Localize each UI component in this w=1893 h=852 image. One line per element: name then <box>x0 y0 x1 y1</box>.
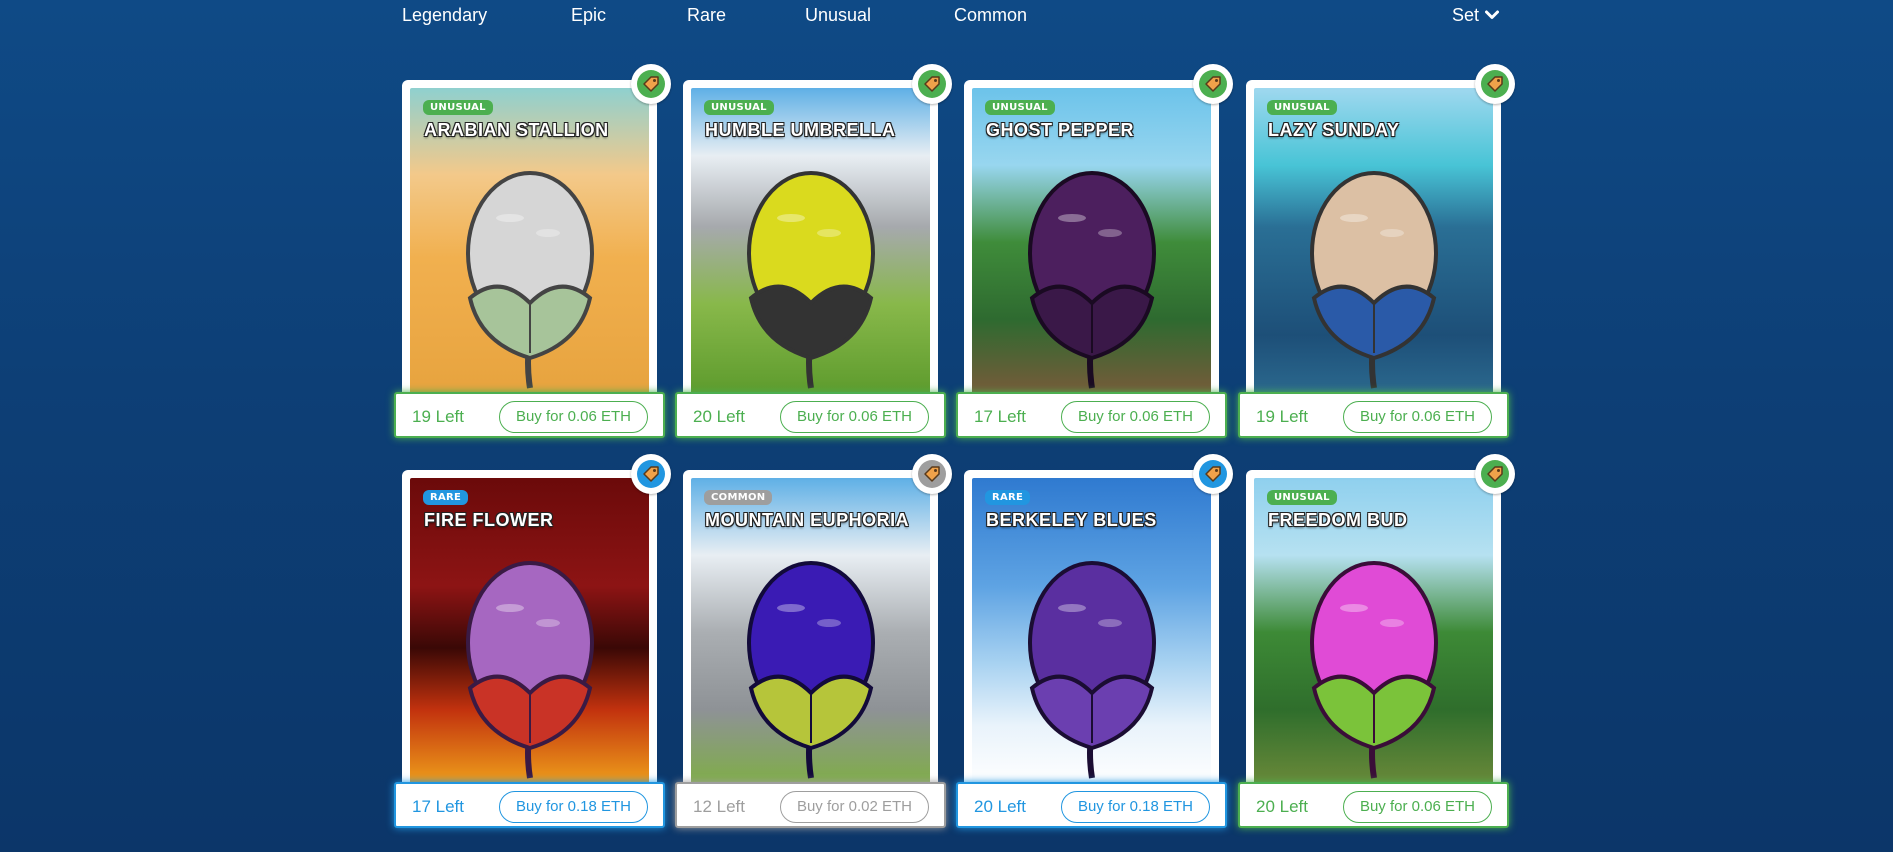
rarity-badge: RARE <box>423 490 469 505</box>
remaining-count: 20 Left <box>1256 797 1308 816</box>
remaining-count: 17 Left <box>412 797 464 816</box>
rarity-badge: UNUSUAL <box>985 100 1055 115</box>
tag-button[interactable] <box>1475 454 1515 494</box>
purchase-bar: 20 Left Buy for 0.06 ETH <box>675 392 946 438</box>
set-dropdown-label: Set <box>1452 5 1480 25</box>
buy-button[interactable]: Buy for 0.18 ETH <box>498 791 648 823</box>
buy-button[interactable]: Buy for 0.06 ETH <box>498 401 648 433</box>
price-tag-icon <box>637 70 665 98</box>
card-frame: RARE FIRE FLOWER <box>402 470 657 795</box>
card-artwork: UNUSUAL GHOST PEPPER <box>972 88 1211 397</box>
chevron-down-icon <box>1485 10 1500 19</box>
filter-rare[interactable]: Rare <box>687 4 726 26</box>
purchase-bar: 17 Left Buy for 0.18 ETH <box>394 782 665 828</box>
rarity-badge: UNUSUAL <box>704 100 774 115</box>
buy-button[interactable]: Buy for 0.02 ETH <box>779 791 929 823</box>
card-title: ARABIAN STALLION <box>424 120 609 140</box>
remaining-count: 12 Left <box>693 797 745 816</box>
card-title: HUMBLE UMBRELLA <box>705 120 896 140</box>
card-artwork: UNUSUAL FREEDOM BUD <box>1254 478 1493 787</box>
card-artwork: UNUSUAL LAZY SUNDAY <box>1254 88 1493 397</box>
card-frame: UNUSUAL ARABIAN STALLION <box>402 80 657 405</box>
rarity-filter-bar: Legendary Epic Rare Unusual Common <box>402 4 1502 32</box>
remaining-count: 20 Left <box>974 797 1026 816</box>
price-tag-icon <box>637 460 665 488</box>
rarity-badge: UNUSUAL <box>1267 490 1337 505</box>
card-title: BERKELEY BLUES <box>986 510 1157 530</box>
purchase-bar: 20 Left Buy for 0.18 ETH <box>956 782 1227 828</box>
card-title: LAZY SUNDAY <box>1268 120 1400 140</box>
card-title: FREEDOM BUD <box>1268 510 1408 530</box>
price-tag-icon <box>1481 70 1509 98</box>
tag-button[interactable] <box>912 454 952 494</box>
nft-card[interactable]: UNUSUAL LAZY SUNDAY 19 Left Buy for 0.06… <box>1238 64 1515 450</box>
purchase-bar: 19 Left Buy for 0.06 ETH <box>394 392 665 438</box>
rarity-badge: COMMON <box>704 490 773 505</box>
nft-card[interactable]: UNUSUAL GHOST PEPPER 17 Left Buy for 0.0… <box>956 64 1233 450</box>
card-artwork: COMMON MOUNTAIN EUPHORIA <box>691 478 930 787</box>
buy-button[interactable]: Buy for 0.06 ETH <box>779 401 929 433</box>
card-title: MOUNTAIN EUPHORIA <box>705 510 910 530</box>
filter-epic[interactable]: Epic <box>571 4 606 26</box>
filter-unusual[interactable]: Unusual <box>805 4 871 26</box>
nft-card[interactable]: RARE FIRE FLOWER 17 Left Buy for 0.18 ET… <box>394 454 671 840</box>
buy-button[interactable]: Buy for 0.18 ETH <box>1060 791 1210 823</box>
rarity-badge: UNUSUAL <box>423 100 493 115</box>
remaining-count: 17 Left <box>974 407 1026 426</box>
nft-card[interactable]: UNUSUAL ARABIAN STALLION 19 Left Buy for… <box>394 64 671 450</box>
remaining-count: 19 Left <box>412 407 464 426</box>
buy-button[interactable]: Buy for 0.06 ETH <box>1060 401 1210 433</box>
tag-button[interactable] <box>1193 454 1233 494</box>
remaining-count: 20 Left <box>693 407 745 426</box>
tag-button[interactable] <box>631 64 671 104</box>
tag-button[interactable] <box>912 64 952 104</box>
card-frame: UNUSUAL HUMBLE UMBRELLA <box>683 80 938 405</box>
buy-button[interactable]: Buy for 0.06 ETH <box>1342 791 1492 823</box>
nft-card[interactable]: UNUSUAL HUMBLE UMBRELLA 20 Left Buy for … <box>675 64 952 450</box>
card-frame: UNUSUAL GHOST PEPPER <box>964 80 1219 405</box>
set-dropdown[interactable]: Set <box>1452 4 1500 26</box>
purchase-bar: 17 Left Buy for 0.06 ETH <box>956 392 1227 438</box>
card-artwork: RARE BERKELEY BLUES <box>972 478 1211 787</box>
tag-button[interactable] <box>631 454 671 494</box>
nft-card[interactable]: COMMON MOUNTAIN EUPHORIA 12 Left Buy for… <box>675 454 952 840</box>
price-tag-icon <box>918 460 946 488</box>
price-tag-icon <box>1199 460 1227 488</box>
filter-common[interactable]: Common <box>954 4 1027 26</box>
card-title: GHOST PEPPER <box>986 120 1135 140</box>
nft-card[interactable]: RARE BERKELEY BLUES 20 Left Buy for 0.18… <box>956 454 1233 840</box>
price-tag-icon <box>1481 460 1509 488</box>
price-tag-icon <box>1199 70 1227 98</box>
rarity-badge: UNUSUAL <box>1267 100 1337 115</box>
card-artwork: UNUSUAL HUMBLE UMBRELLA <box>691 88 930 397</box>
purchase-bar: 19 Left Buy for 0.06 ETH <box>1238 392 1509 438</box>
card-frame: UNUSUAL LAZY SUNDAY <box>1246 80 1501 405</box>
remaining-count: 19 Left <box>1256 407 1308 426</box>
purchase-bar: 12 Left Buy for 0.02 ETH <box>675 782 946 828</box>
card-artwork: RARE FIRE FLOWER <box>410 478 649 787</box>
price-tag-icon <box>918 70 946 98</box>
rarity-badge: RARE <box>985 490 1031 505</box>
card-frame: UNUSUAL FREEDOM BUD <box>1246 470 1501 795</box>
tag-button[interactable] <box>1475 64 1515 104</box>
card-frame: COMMON MOUNTAIN EUPHORIA <box>683 470 938 795</box>
card-frame: RARE BERKELEY BLUES <box>964 470 1219 795</box>
buy-button[interactable]: Buy for 0.06 ETH <box>1342 401 1492 433</box>
purchase-bar: 20 Left Buy for 0.06 ETH <box>1238 782 1509 828</box>
card-artwork: UNUSUAL ARABIAN STALLION <box>410 88 649 397</box>
nft-card[interactable]: UNUSUAL FREEDOM BUD 20 Left Buy for 0.06… <box>1238 454 1515 840</box>
filter-legendary[interactable]: Legendary <box>402 4 487 26</box>
tag-button[interactable] <box>1193 64 1233 104</box>
card-title: FIRE FLOWER <box>424 510 554 530</box>
